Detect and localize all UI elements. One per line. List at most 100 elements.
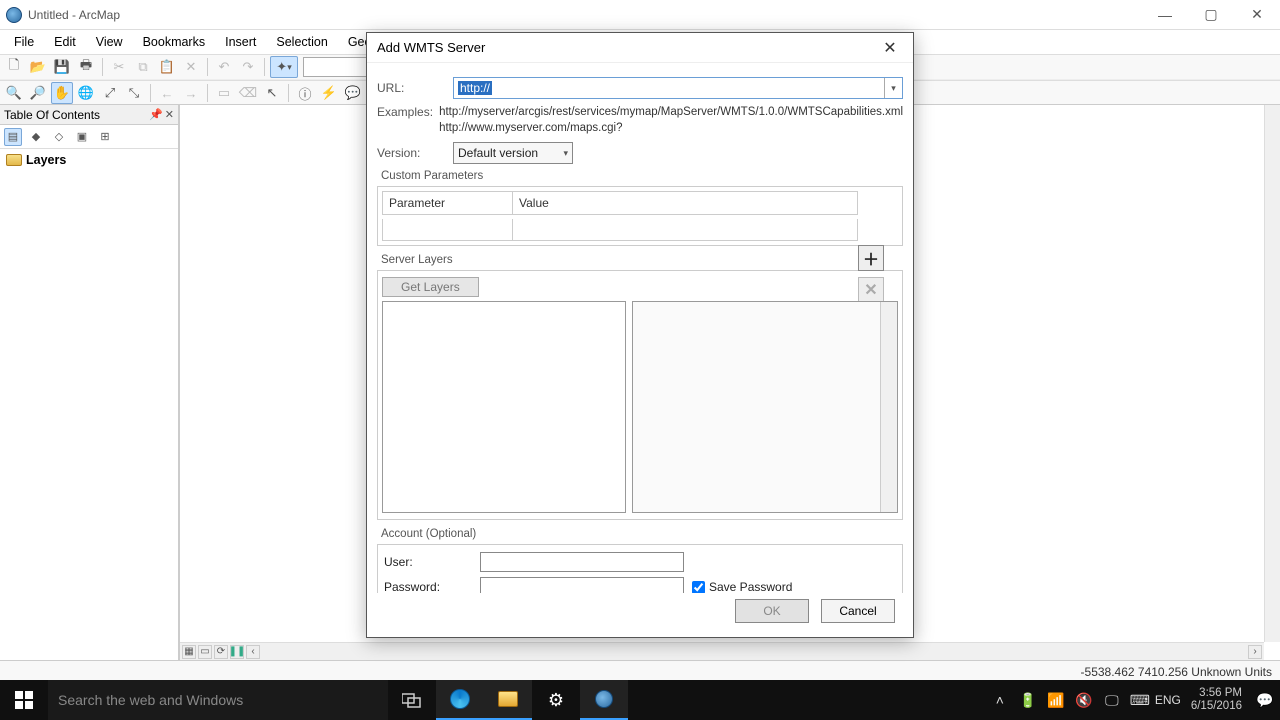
- fixed-zoom-out-icon[interactable]: ⤡: [123, 82, 145, 104]
- menu-edit[interactable]: Edit: [44, 33, 86, 51]
- system-tray: ˄ 🔋 📶 🔇 🖵 ⌨ ENG 3:56 PM 6/15/2016 💬: [989, 680, 1280, 720]
- keyboard-icon[interactable]: ⌨: [1129, 692, 1151, 709]
- select-features-icon[interactable]: ▭: [213, 82, 235, 104]
- scroll-left-button[interactable]: ‹: [246, 645, 260, 659]
- server-layers-group: Get Layers: [377, 270, 903, 520]
- server-layers-list[interactable]: [382, 301, 626, 513]
- pause-button[interactable]: ❚❚: [230, 645, 244, 659]
- pan-icon[interactable]: ✋: [51, 82, 73, 104]
- explorer-taskbar-button[interactable]: [484, 680, 532, 720]
- settings-taskbar-button[interactable]: ⚙: [532, 680, 580, 720]
- edge-taskbar-button[interactable]: [436, 680, 484, 720]
- folder-icon: [498, 691, 518, 707]
- status-bar: -5538.462 7410.256 Unknown Units: [0, 660, 1280, 682]
- start-button[interactable]: [0, 680, 48, 720]
- remove-parameter-button[interactable]: ✕: [858, 277, 884, 303]
- save-icon[interactable]: 💾: [51, 56, 73, 78]
- parameter-cell[interactable]: [382, 219, 512, 241]
- data-view-button[interactable]: ▦: [182, 645, 196, 659]
- menu-selection[interactable]: Selection: [266, 33, 337, 51]
- battery-icon[interactable]: 🔋: [1017, 692, 1039, 709]
- scroll-right-button[interactable]: ›: [1248, 645, 1262, 659]
- taskbar-search-input[interactable]: Search the web and Windows: [48, 680, 388, 720]
- back-extent-icon[interactable]: ←: [156, 82, 178, 104]
- scale-combo[interactable]: [303, 57, 373, 77]
- toc-list-by-selection-icon[interactable]: ▣: [73, 128, 91, 146]
- redo-icon[interactable]: ↷: [237, 56, 259, 78]
- menu-bookmarks[interactable]: Bookmarks: [133, 33, 216, 51]
- add-wmts-server-dialog: Add WMTS Server ✕ URL: http:// ▾ Example…: [366, 32, 914, 638]
- toc-list-by-source-icon[interactable]: ◆: [27, 128, 45, 146]
- account-label: Account (Optional): [381, 528, 903, 540]
- layers-label: Layers: [26, 153, 66, 167]
- fixed-zoom-in-icon[interactable]: ⤢: [99, 82, 121, 104]
- url-input[interactable]: http:// ▾: [453, 77, 903, 99]
- clear-selection-icon[interactable]: ⌫: [237, 82, 259, 104]
- hyperlink-icon[interactable]: ⚡: [318, 82, 340, 104]
- add-parameter-button[interactable]: ＋: [858, 245, 884, 271]
- copy-icon[interactable]: ⧉: [132, 56, 154, 78]
- window-close-button[interactable]: ✕: [1234, 0, 1280, 30]
- full-extent-icon[interactable]: 🌐: [75, 82, 97, 104]
- password-input[interactable]: [480, 577, 684, 593]
- language-indicator[interactable]: ENG: [1157, 693, 1179, 707]
- wifi-icon[interactable]: 📶: [1045, 692, 1067, 709]
- delete-icon[interactable]: ✕: [180, 56, 202, 78]
- version-select[interactable]: Default version ▾: [453, 142, 573, 164]
- paste-icon[interactable]: 📋: [156, 56, 178, 78]
- cut-icon[interactable]: ✂: [108, 56, 130, 78]
- arcmap-taskbar-button[interactable]: [580, 680, 628, 720]
- url-dropdown-icon[interactable]: ▾: [884, 78, 902, 98]
- ok-button[interactable]: OK: [735, 599, 809, 623]
- toc-options-icon[interactable]: ⊞: [96, 128, 114, 146]
- toc-list-by-drawing-icon[interactable]: ▤: [4, 128, 22, 146]
- version-label: Version:: [377, 146, 453, 160]
- map-vertical-scrollbar[interactable]: [1264, 105, 1280, 642]
- print-icon[interactable]: 🖶: [75, 56, 97, 78]
- user-input[interactable]: [480, 552, 684, 572]
- save-password-checkbox[interactable]: [692, 581, 705, 593]
- refresh-button[interactable]: ⟳: [214, 645, 228, 659]
- new-doc-icon[interactable]: 🗋: [3, 56, 25, 78]
- examples-label: Examples:: [377, 105, 439, 119]
- value-cell[interactable]: [512, 219, 858, 241]
- tray-overflow-icon[interactable]: ˄: [989, 692, 1011, 708]
- value-column-header: Value: [512, 191, 858, 215]
- layout-view-button[interactable]: ▭: [198, 645, 212, 659]
- account-group: User: Password: Save Password: [377, 544, 903, 593]
- toc-close-icon[interactable]: ✕: [165, 108, 174, 121]
- toc-pin-icon[interactable]: 📌: [149, 108, 163, 121]
- html-popup-icon[interactable]: 💬: [342, 82, 364, 104]
- task-view-button[interactable]: [388, 680, 436, 720]
- user-label: User:: [384, 555, 480, 569]
- custom-parameters-label: Custom Parameters: [381, 170, 903, 182]
- cancel-button[interactable]: Cancel: [821, 599, 895, 623]
- select-elements-icon[interactable]: ↖: [261, 82, 283, 104]
- action-center-icon[interactable]: 💬: [1254, 692, 1276, 709]
- server-layers-preview[interactable]: [632, 301, 898, 513]
- screen-icon[interactable]: 🖵: [1101, 692, 1123, 709]
- zoom-out-icon[interactable]: 🔎: [27, 82, 49, 104]
- window-titlebar: Untitled - ArcMap — ▢ ✕: [0, 0, 1280, 30]
- menu-view[interactable]: View: [86, 33, 133, 51]
- add-data-button[interactable]: ✦▾: [270, 56, 298, 78]
- window-maximize-button[interactable]: ▢: [1188, 0, 1234, 30]
- menu-file[interactable]: File: [4, 33, 44, 51]
- menu-insert[interactable]: Insert: [215, 33, 266, 51]
- clock-date: 6/15/2016: [1191, 700, 1242, 713]
- forward-extent-icon[interactable]: →: [180, 82, 202, 104]
- url-input-value: http://: [458, 81, 492, 95]
- identify-icon[interactable]: ⓘ: [294, 82, 316, 104]
- taskbar-clock[interactable]: 3:56 PM 6/15/2016: [1185, 687, 1248, 712]
- undo-icon[interactable]: ↶: [213, 56, 235, 78]
- layers-root-item[interactable]: Layers: [6, 153, 172, 167]
- window-minimize-button[interactable]: —: [1142, 0, 1188, 30]
- dialog-close-button[interactable]: ✕: [877, 35, 903, 61]
- example-url-1: http://myserver/arcgis/rest/services/mym…: [439, 105, 903, 121]
- toc-list-by-visibility-icon[interactable]: ◇: [50, 128, 68, 146]
- get-layers-button[interactable]: Get Layers: [382, 277, 479, 297]
- zoom-in-icon[interactable]: 🔍: [3, 82, 25, 104]
- open-icon[interactable]: 📂: [27, 56, 49, 78]
- volume-icon[interactable]: 🔇: [1073, 692, 1095, 709]
- chevron-down-icon: ▾: [563, 148, 568, 159]
